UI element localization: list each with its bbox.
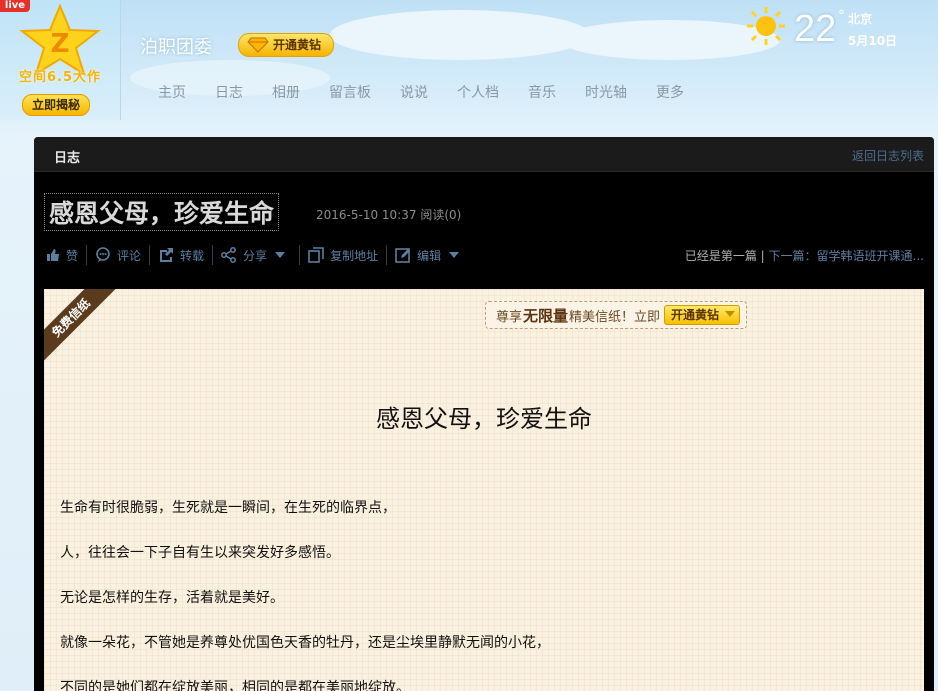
- divider: [86, 245, 88, 265]
- chevron-down-icon[interactable]: [275, 252, 286, 258]
- nav-item-blog[interactable]: 日志: [215, 84, 243, 102]
- promo-button-label: 开通黄钻: [671, 308, 720, 322]
- vip-promo-banner: 尊享 无限量 精美信纸！立即 开通黄钻: [485, 301, 748, 329]
- diamond-icon: [247, 37, 269, 53]
- divider: [299, 245, 301, 265]
- promo-suffix: 精美信纸！立即: [569, 309, 661, 325]
- read-count: 阅读(0): [420, 208, 462, 222]
- section-title: 日志: [54, 151, 81, 166]
- copy-link-button[interactable]: 复制地址: [308, 247, 378, 264]
- blog-panel: 日志 返回日志列表 感恩父母，珍爱生命 2016-5-10 10:37 阅读(0…: [34, 137, 934, 691]
- weather-date: 5月10日: [848, 34, 898, 48]
- sun-icon: [747, 7, 785, 45]
- panel-header: 日志 返回日志列表: [34, 137, 934, 172]
- thumb-up-icon: [47, 249, 59, 261]
- repost-icon: [160, 248, 174, 262]
- nav-item-home[interactable]: 主页: [158, 84, 186, 102]
- back-to-list-link[interactable]: 返回日志列表: [852, 147, 924, 164]
- body-paragraph: 生命有时很脆弱，生死就是一瞬间，在生死的临界点，: [60, 500, 396, 516]
- temperature: 22: [794, 8, 837, 50]
- cloud-decoration: [330, 10, 590, 60]
- site-name[interactable]: 泊职团委: [140, 33, 212, 59]
- comment-label: 评论: [117, 248, 142, 263]
- share-button[interactable]: 分享: [221, 247, 291, 264]
- promo-highlight: 无限量: [523, 306, 569, 325]
- degree-mark: °: [838, 8, 845, 24]
- like-button[interactable]: 赞: [46, 247, 78, 264]
- comment-button[interactable]: 评论: [95, 247, 141, 264]
- nav-divider: |: [760, 249, 765, 263]
- ribbon-label: 免费信纸: [44, 289, 118, 365]
- nav-item-status[interactable]: 说说: [400, 84, 428, 102]
- post-action-bar: 赞 评论 转载 分享 复制地址 编辑: [46, 243, 465, 267]
- like-label: 赞: [66, 248, 79, 263]
- open-vip-label: 开通黄钻: [273, 38, 322, 52]
- divider: [386, 245, 388, 265]
- nav-item-timeline[interactable]: 时光轴: [585, 84, 627, 102]
- edit-button[interactable]: 编辑: [395, 247, 465, 264]
- letter-paper: 免费信纸 尊享 无限量 精美信纸！立即 开通黄钻 感恩父母，珍爱生命 生命有时很…: [44, 289, 924, 691]
- body-paragraph: 就像一朵花，不管她是养尊处优国色天香的牡丹，还是尘埃里静默无闻的小花，: [60, 635, 550, 651]
- promo-open-vip-button[interactable]: 开通黄钻: [664, 305, 741, 325]
- free-paper-ribbon[interactable]: 免费信纸: [44, 289, 124, 369]
- repost-button[interactable]: 转载: [158, 247, 204, 264]
- body-paragraph: 人，往往会一下子自有生以来突发好多感悟。: [60, 545, 340, 561]
- prev-post-text: 已经是第一篇: [684, 249, 757, 263]
- divider: [149, 245, 151, 265]
- nav-item-music[interactable]: 音乐: [528, 84, 556, 102]
- post-datetime: 2016-5-10 10:37: [316, 208, 417, 222]
- repost-label: 转载: [180, 248, 205, 263]
- chevron-down-icon: [725, 311, 736, 317]
- open-vip-button[interactable]: 开通黄钻: [238, 33, 335, 57]
- weather-city[interactable]: 北京: [848, 10, 872, 27]
- post-title: 感恩父母，珍爱生命: [44, 193, 280, 231]
- nav-item-guestbook[interactable]: 留言板: [329, 84, 371, 102]
- post-meta: 2016-5-10 10:37 阅读(0): [316, 206, 461, 223]
- main-nav: 主页 日志 相册 留言板 说说 个人档 音乐 时光轴 更多: [158, 84, 713, 102]
- copy-link-label: 复制地址: [330, 248, 379, 263]
- letter-title: 感恩父母，珍爱生命: [376, 405, 592, 433]
- divider: [212, 245, 214, 265]
- nav-item-album[interactable]: 相册: [272, 84, 300, 102]
- body-paragraph: 无论是怎样的生存，活着就是美好。: [60, 590, 284, 606]
- post-navigation: 已经是第一篇 | 下一篇：留学韩语班开课通...: [685, 247, 924, 264]
- logo-caption: 空间6.5大作: [18, 70, 102, 85]
- nav-item-more[interactable]: 更多: [656, 84, 684, 102]
- reveal-button[interactable]: 立即揭秘: [22, 94, 90, 116]
- qzone-logo-badge[interactable]: live Z 空间6.5大作 立即揭秘: [0, 0, 121, 120]
- edit-icon: [395, 248, 411, 263]
- share-label: 分享: [243, 248, 268, 263]
- chevron-down-icon[interactable]: [449, 252, 460, 258]
- nav-item-profile[interactable]: 个人档: [457, 84, 499, 102]
- comment-icon: [96, 247, 110, 262]
- edit-label: 编辑: [417, 248, 442, 263]
- svg-text:Z: Z: [51, 29, 70, 59]
- share-icon: [221, 247, 236, 263]
- promo-prefix: 尊享: [496, 309, 523, 325]
- body-paragraph: 不同的是她们都在绽放美丽，相同的是都在美丽地绽放。: [60, 680, 410, 691]
- copy-icon: [308, 247, 324, 263]
- next-post-link[interactable]: 下一篇：留学韩语班开课通...: [769, 249, 924, 263]
